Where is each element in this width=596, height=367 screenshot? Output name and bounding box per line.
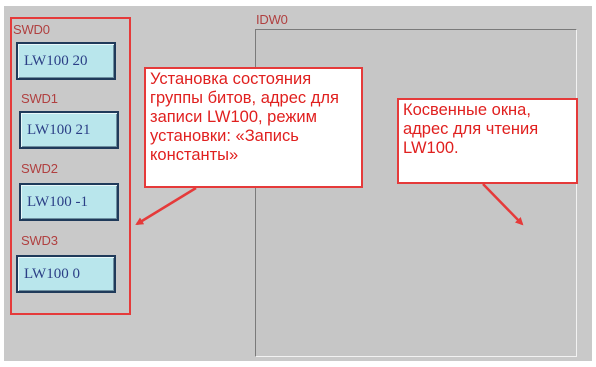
swd3-label: SWD3 <box>21 233 58 248</box>
swd2-label: SWD2 <box>21 161 58 176</box>
swd1-button[interactable]: LW100 21 <box>19 111 119 149</box>
swd1-label: SWD1 <box>21 91 58 106</box>
idw0-label: IDW0 <box>256 12 288 27</box>
callout-swd-description: Установка состояния группы битов, адрес … <box>144 67 363 188</box>
swd0-button[interactable]: LW100 20 <box>16 42 116 80</box>
swd0-label: SWD0 <box>13 22 50 37</box>
callout-idw-description: Косвенные окна, адрес для чтения LW100. <box>397 98 578 184</box>
swd2-button[interactable]: LW100 -1 <box>19 183 119 221</box>
swd3-button[interactable]: LW100 0 <box>16 255 116 293</box>
